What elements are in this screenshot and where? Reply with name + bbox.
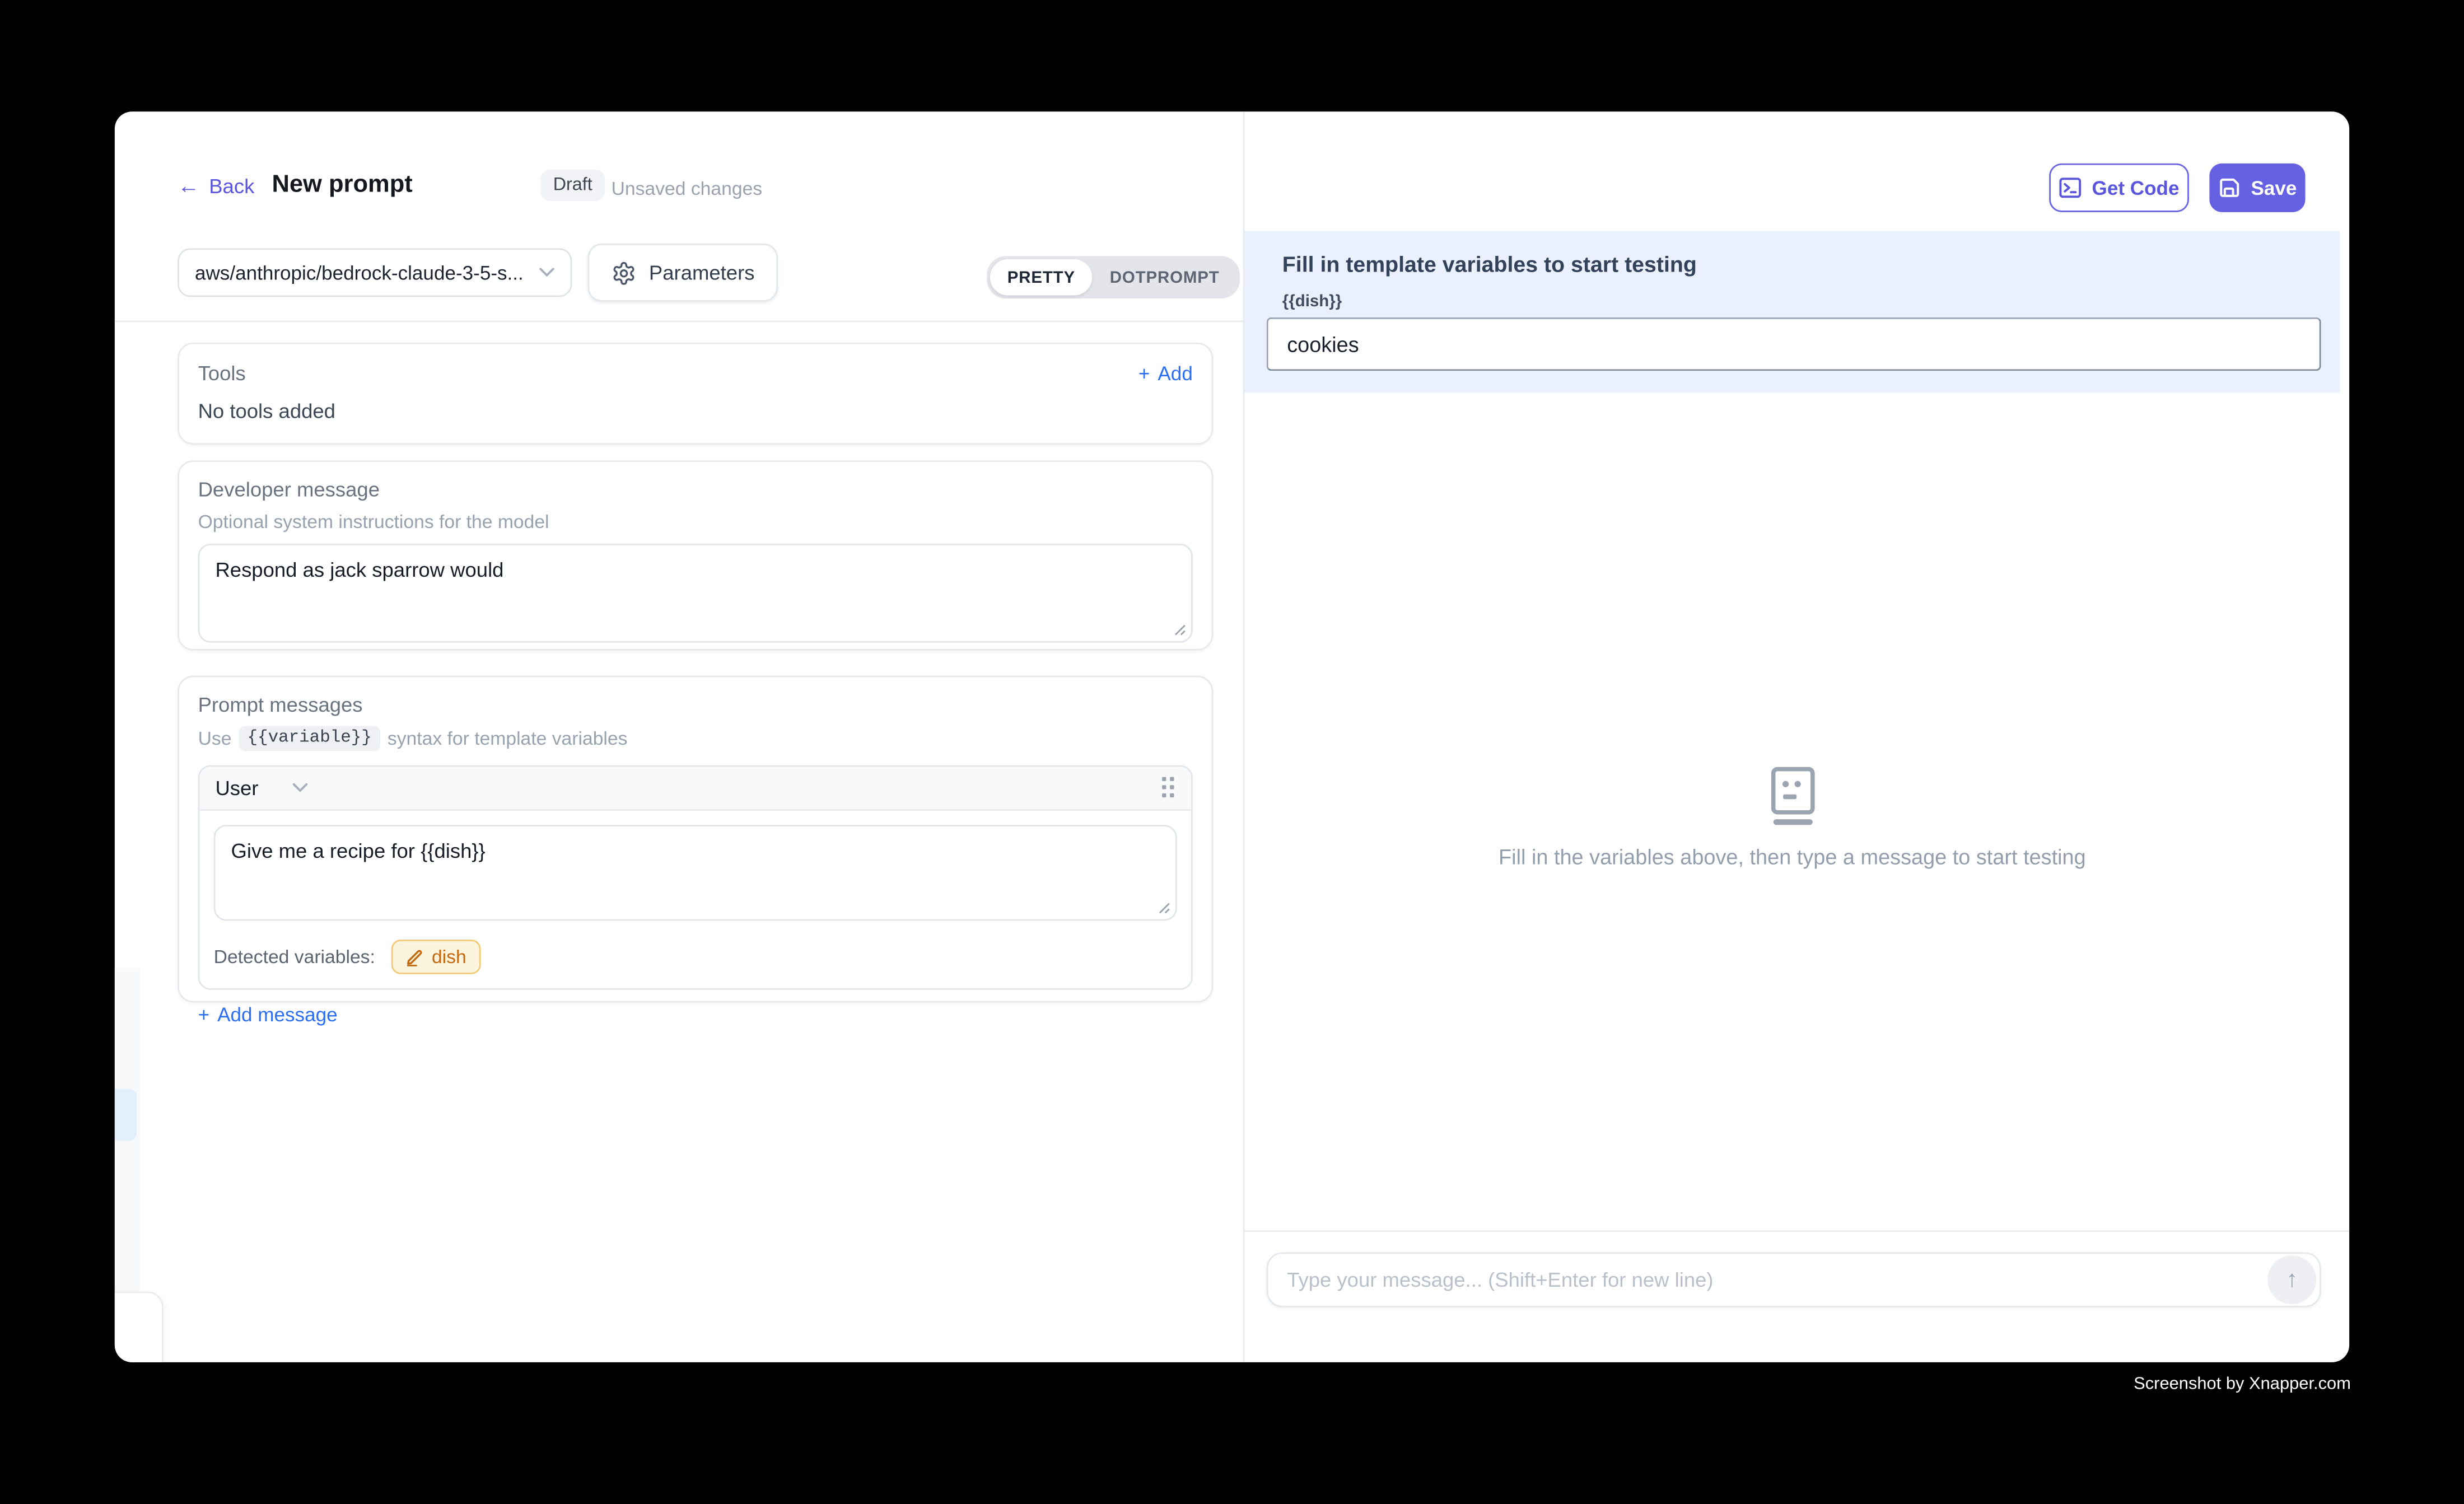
back-button[interactable]: ← Back — [178, 174, 254, 198]
save-button[interactable]: Save — [2209, 164, 2305, 212]
composer-placeholder: Type your message... (Shift+Enter for ne… — [1287, 1268, 2267, 1292]
arrow-up-icon: ↑ — [2286, 1267, 2298, 1293]
grip-dots-icon[interactable] — [1161, 776, 1175, 800]
add-message-button[interactable]: + Add message — [198, 1004, 1193, 1026]
toggle-option-pretty[interactable]: PRETTY — [990, 259, 1093, 296]
add-message-label: Add message — [217, 1004, 337, 1026]
robot-face-icon — [1766, 767, 1819, 826]
variable-name: dish — [432, 946, 466, 968]
model-bar-divider — [115, 320, 1243, 322]
tools-card: Tools + Add No tools added — [178, 343, 1213, 445]
model-selector[interactable]: aws/anthropic/bedrock-claude-3-5-s... — [178, 248, 572, 297]
floppy-disk-icon — [2218, 176, 2242, 199]
message-textarea[interactable]: Give me a recipe for {{dish}} — [214, 825, 1177, 921]
view-mode-toggle: PRETTY DOTPROMPT — [987, 256, 1240, 298]
developer-message-card: Developer message Optional system instru… — [178, 460, 1213, 651]
send-button[interactable]: ↑ — [2267, 1255, 2316, 1304]
app-window: ← Back New prompt Draft Unsaved changes … — [115, 111, 2349, 1362]
chevron-down-icon[interactable] — [293, 782, 309, 793]
add-tool-label: Add — [1158, 362, 1192, 384]
pencil-icon — [405, 947, 424, 966]
fill-variables-title: Fill in template variables to start test… — [1282, 251, 1697, 277]
parameters-label: Parameters — [649, 261, 755, 284]
plus-icon: + — [1138, 362, 1150, 384]
message-block: User Give me a recipe for {{dis — [198, 765, 1193, 990]
variable-syntax-chip: {{variable}} — [239, 726, 379, 751]
back-label: Back — [209, 174, 254, 198]
unsaved-changes-note: Unsaved changes — [612, 178, 763, 199]
status-badge: Draft — [540, 170, 605, 201]
dish-variable-input[interactable] — [1267, 317, 2321, 371]
get-code-label: Get Code — [2092, 177, 2180, 199]
prompt-messages-card: Prompt messages Use {{variable}} syntax … — [178, 676, 1213, 1003]
save-label: Save — [2251, 177, 2297, 199]
detected-variables-label: Detected variables: — [214, 946, 375, 968]
variable-badge-dish[interactable]: dish — [391, 940, 480, 974]
model-selector-value: aws/anthropic/bedrock-claude-3-5-s... — [195, 261, 524, 283]
tools-title: Tools — [198, 361, 246, 385]
watermark-caption: Screenshot by Xnapper.com — [0, 1375, 2351, 1394]
message-header: User — [199, 767, 1191, 811]
template-variables-panel: Fill in template variables to start test… — [1244, 231, 2340, 393]
prompt-messages-title: Prompt messages — [198, 693, 1193, 716]
get-code-button[interactable]: Get Code — [2049, 164, 2189, 212]
dish-variable-label: {{dish}} — [1282, 292, 1342, 311]
developer-message-title: Developer message — [198, 478, 1193, 501]
sidebar-peek-selected-item — [115, 1089, 137, 1141]
add-tool-button[interactable]: + Add — [1138, 362, 1193, 384]
gear-icon — [612, 260, 637, 285]
subtitle-prefix: Use — [198, 727, 232, 749]
composer-divider — [1244, 1230, 2349, 1232]
parameters-button[interactable]: Parameters — [587, 244, 778, 302]
developer-message-textarea[interactable]: Respond as jack sparrow would — [198, 544, 1193, 643]
resize-handle-icon[interactable] — [1174, 624, 1186, 636]
terminal-code-icon — [2059, 176, 2083, 199]
chat-empty-state: Fill in the variables above, then type a… — [1244, 393, 2340, 1231]
resize-handle-icon[interactable] — [1158, 902, 1170, 914]
toggle-option-dotprompt[interactable]: DOTPROMPT — [1093, 259, 1237, 296]
role-select-value[interactable]: User — [215, 776, 258, 800]
plus-icon: + — [198, 1004, 210, 1026]
empty-state-text: Fill in the variables above, then type a… — [1244, 846, 2340, 869]
sidebar-peek-card — [115, 1292, 164, 1362]
chevron-down-icon — [539, 267, 554, 278]
page-title: New prompt — [272, 171, 412, 200]
tools-empty-text: No tools added — [198, 399, 1193, 423]
message-composer[interactable]: Type your message... (Shift+Enter for ne… — [1267, 1252, 2321, 1307]
message-value: Give me a recipe for {{dish}} — [231, 839, 485, 862]
screenshot-stage: ← Back New prompt Draft Unsaved changes … — [0, 0, 2464, 1503]
developer-message-value: Respond as jack sparrow would — [215, 558, 503, 581]
developer-message-subtitle: Optional system instructions for the mod… — [198, 511, 1193, 533]
arrow-left-icon: ← — [178, 176, 199, 196]
subtitle-suffix: syntax for template variables — [388, 727, 628, 749]
